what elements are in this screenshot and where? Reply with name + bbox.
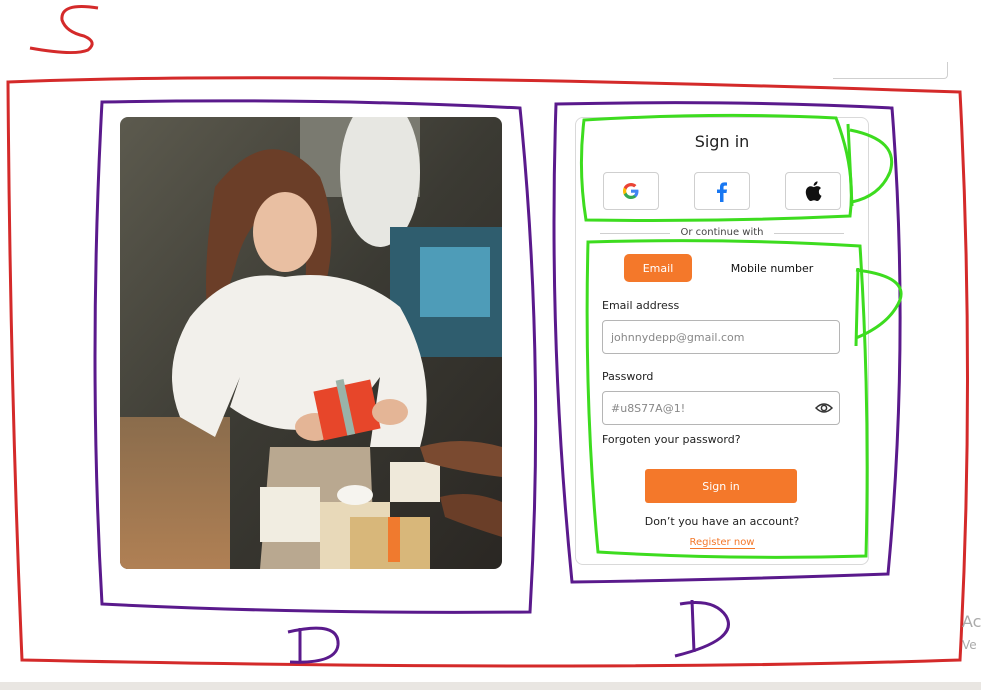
facebook-icon [717, 182, 727, 202]
email-field[interactable]: johnnydepp@gmail.com [602, 320, 840, 354]
google-signin-button[interactable] [603, 172, 659, 210]
bottom-strip [0, 682, 981, 690]
d-annotation-mark-left [287, 626, 340, 664]
password-field[interactable]: #u8S77A@1! [602, 391, 840, 425]
signin-card: Sign in Or continue with Email Mobile nu… [575, 117, 869, 565]
apple-icon [805, 181, 822, 202]
s-annotation-mark [29, 5, 99, 55]
register-label: Register now [689, 537, 755, 549]
watermark-line-1: Ac [962, 612, 981, 631]
signin-title: Sign in [694, 132, 750, 151]
watermark-line-2: Ve [962, 638, 977, 652]
divider-label: Or continue with [670, 226, 774, 240]
no-account-text: Don’t you have an account? [644, 515, 800, 528]
forgot-password-link[interactable]: Forgoten your password? [602, 433, 741, 446]
top-right-button-outline[interactable] [833, 62, 948, 79]
password-placeholder: #u8S77A@1! [611, 401, 686, 415]
apple-signin-button[interactable] [785, 172, 841, 210]
signin-button[interactable]: Sign in [645, 469, 797, 503]
facebook-signin-button[interactable] [694, 172, 750, 210]
email-label: Email address [602, 299, 680, 312]
d-annotation-mark-right [674, 599, 730, 658]
password-label: Password [602, 370, 654, 383]
google-icon [623, 183, 639, 199]
email-placeholder: johnnydepp@gmail.com [611, 330, 745, 344]
tab-mobile-number[interactable]: Mobile number [724, 254, 820, 282]
tab-email[interactable]: Email [624, 254, 692, 282]
eye-icon[interactable] [815, 400, 833, 416]
register-now-link[interactable]: Register now [576, 537, 868, 549]
hero-photo [120, 117, 502, 569]
or-continue-divider: Or continue with [600, 226, 844, 240]
